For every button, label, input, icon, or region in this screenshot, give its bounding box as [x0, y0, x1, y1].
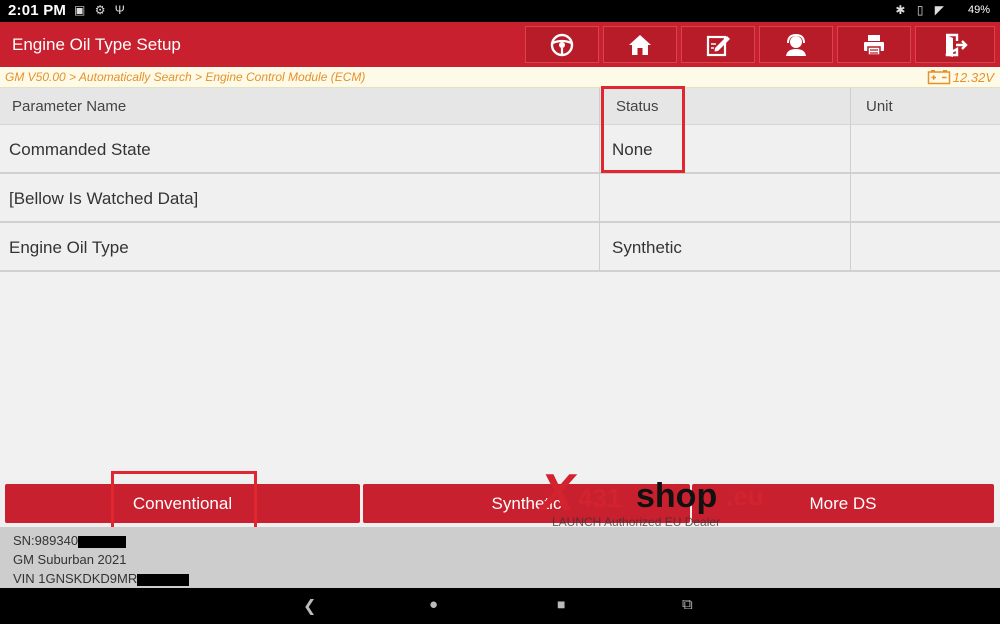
battery-voltage: 12.32V: [927, 69, 994, 85]
recents-icon[interactable]: ■: [557, 596, 565, 612]
column-divider: [850, 88, 851, 272]
status-highlight-box: [601, 86, 685, 173]
row-name: Engine Oil Type: [9, 238, 129, 257]
breadcrumb: GM V50.00 > Automatically Search > Engin…: [0, 67, 1000, 88]
redaction-bar: [78, 535, 127, 548]
column-divider: [599, 88, 600, 272]
home-icon: [629, 34, 651, 55]
redaction-bar: [137, 573, 190, 586]
steering-wheel-icon: [550, 33, 574, 56]
vehicle-info: SN:989340 GM Suburban 2021 VIN 1GNSKDKD9…: [0, 527, 1000, 588]
screenshot-icon[interactable]: ⧉: [682, 596, 693, 613]
serial-number: SN:989340: [13, 533, 127, 548]
navigation-bar: ❮ ● ■ ⧉: [0, 588, 1000, 624]
report-button[interactable]: [681, 26, 755, 63]
print-icon: [864, 34, 884, 56]
more-ds-button[interactable]: More DS: [692, 484, 994, 523]
exit-button[interactable]: [915, 26, 995, 63]
system-icons: ✱ ▯ ◤: [887, 3, 944, 17]
page-title: Engine Oil Type Setup: [12, 35, 181, 54]
home-nav-icon[interactable]: ●: [429, 596, 438, 613]
conventional-highlight-box: [111, 471, 257, 532]
more-ds-label: More DS: [809, 493, 877, 513]
row-name: [Bellow Is Watched Data]: [9, 189, 199, 208]
support-button[interactable]: [759, 26, 833, 63]
synthetic-label: Synthetic: [491, 493, 562, 513]
print-button[interactable]: [837, 26, 911, 63]
clock: 2:01 PM: [8, 2, 67, 19]
row-name: Commanded State: [9, 140, 151, 159]
edit-report-icon: [706, 35, 730, 56]
image-icon: ▣: [74, 3, 86, 17]
notification-icons: ▣ ⚙ Ψ: [74, 3, 131, 17]
settings-icon: ⚙: [94, 3, 106, 17]
vin-number: VIN 1GNSKDKD9MR: [13, 571, 190, 586]
home-button[interactable]: [603, 26, 677, 63]
back-icon[interactable]: ❮: [303, 596, 316, 616]
header-parameter-name: Parameter Name: [12, 98, 127, 115]
usb-icon: Ψ: [114, 3, 125, 17]
vehicle-model: GM Suburban 2021: [13, 552, 127, 567]
app-header: Engine Oil Type Setup: [0, 22, 1000, 67]
status-bar: 2:01 PM ▣ ⚙ Ψ ✱ ▯ ◤ 49%: [0, 0, 1000, 22]
vehicle-button[interactable]: [525, 26, 599, 63]
vibrate-icon: ▯: [916, 3, 924, 17]
exit-icon: [945, 33, 968, 57]
row-status: Synthetic: [612, 238, 682, 257]
data-stream-table: Parameter Name Status Unit Commanded Sta…: [0, 88, 1000, 480]
car-battery-icon: [927, 70, 951, 85]
battery-level: 49%: [967, 4, 990, 16]
breadcrumb-path: GM V50.00 > Automatically Search > Engin…: [5, 70, 366, 84]
bluetooth-icon: ✱: [895, 3, 906, 17]
support-icon: [786, 33, 806, 56]
synthetic-button[interactable]: Synthetic: [363, 484, 690, 523]
header-unit: Unit: [866, 98, 893, 115]
voltage-value: 12.32V: [952, 69, 994, 85]
wifi-icon: ◤: [934, 3, 944, 17]
